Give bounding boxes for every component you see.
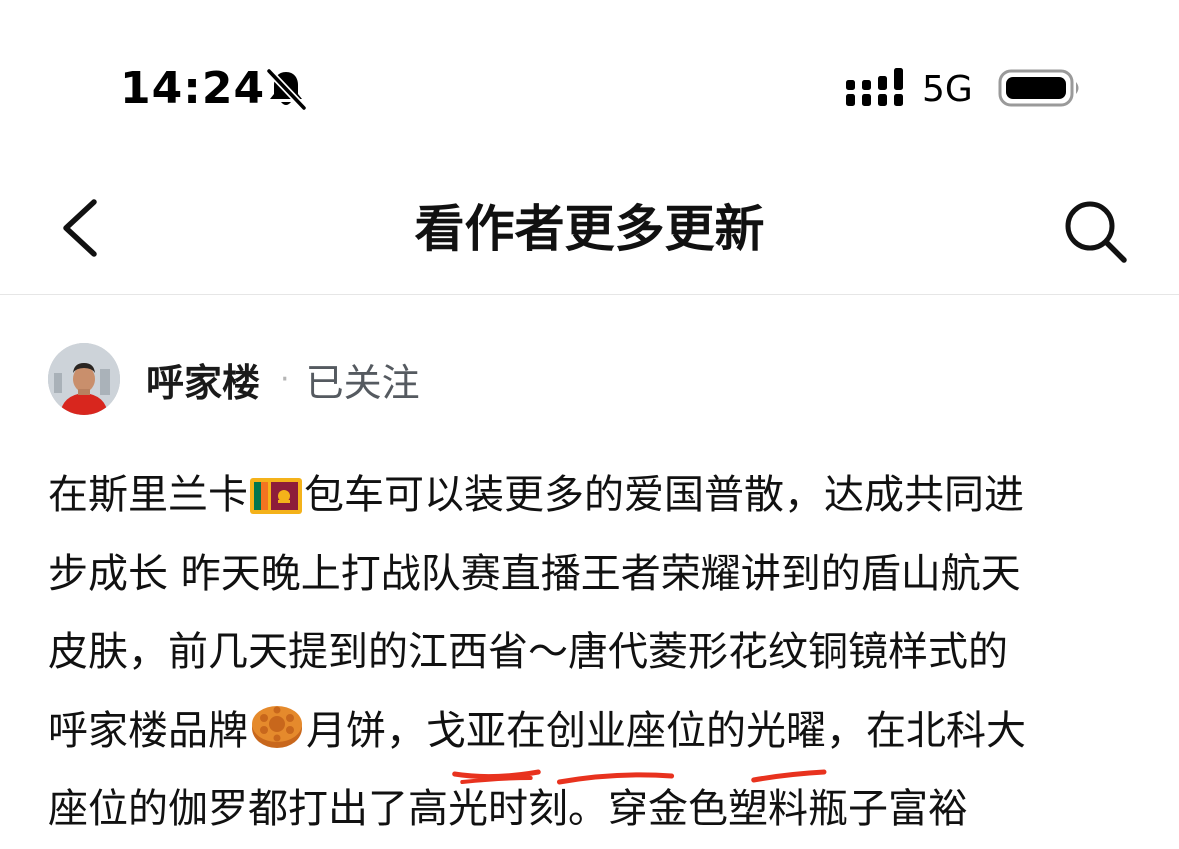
underlined-text: 戈亚在创业座位的光曜 bbox=[426, 692, 827, 785]
sri-lanka-flag-icon bbox=[250, 478, 302, 514]
bell-off-icon bbox=[265, 67, 308, 112]
network-type: 5G bbox=[922, 69, 973, 110]
status-time: 14:24 bbox=[120, 63, 266, 114]
author-row: 呼家楼 · 已关注 bbox=[48, 342, 420, 416]
post-text: 戈亚在创业座位的光曜 bbox=[426, 707, 826, 754]
post-text: 在斯里兰卡 bbox=[48, 472, 248, 518]
author-name[interactable]: 呼家楼 bbox=[146, 352, 260, 407]
handwritten-underline bbox=[452, 769, 827, 785]
post-text: 包车可以装更多的爱国普散，达成共同进 bbox=[304, 472, 1024, 518]
mooncake-icon bbox=[252, 705, 302, 748]
post-line-4: 呼家楼品牌 月饼，戈亚在创业座位的光曜 ，在北科大 bbox=[48, 692, 1138, 785]
status-bar: 14:24 5G bbox=[0, 0, 1179, 150]
avatar-image bbox=[48, 343, 120, 415]
follow-status[interactable]: 已关注 bbox=[306, 352, 420, 407]
page-title: 看作者更多更新 bbox=[414, 200, 765, 258]
separator-dot: · bbox=[280, 361, 290, 397]
battery-icon bbox=[998, 69, 1079, 107]
search-icon[interactable] bbox=[1060, 196, 1130, 266]
post-text: 月饼， bbox=[306, 707, 426, 754]
post-text: 呼家楼品牌 bbox=[48, 707, 248, 754]
post-body: 在斯里兰卡 包车可以装更多的爱国普散，达成共同进 步成长 昨天晚上打战队赛直播王… bbox=[48, 456, 1138, 849]
post-line-2: 步成长 昨天晚上打战队赛直播王者荣耀讲到的盾山航天 bbox=[48, 550, 1021, 597]
post-line-3: 皮肤，前几天提到的江西省～唐代菱形花纹铜镜样式的 bbox=[48, 629, 1008, 675]
avatar[interactable] bbox=[48, 343, 120, 415]
signal-icon bbox=[846, 68, 903, 106]
post-text: ，在北科大 bbox=[826, 707, 1026, 754]
post-line-1: 在斯里兰卡 包车可以装更多的爱国普散，达成共同进 bbox=[48, 456, 1138, 535]
navigation-bar: 看作者更多更新 bbox=[0, 160, 1179, 295]
